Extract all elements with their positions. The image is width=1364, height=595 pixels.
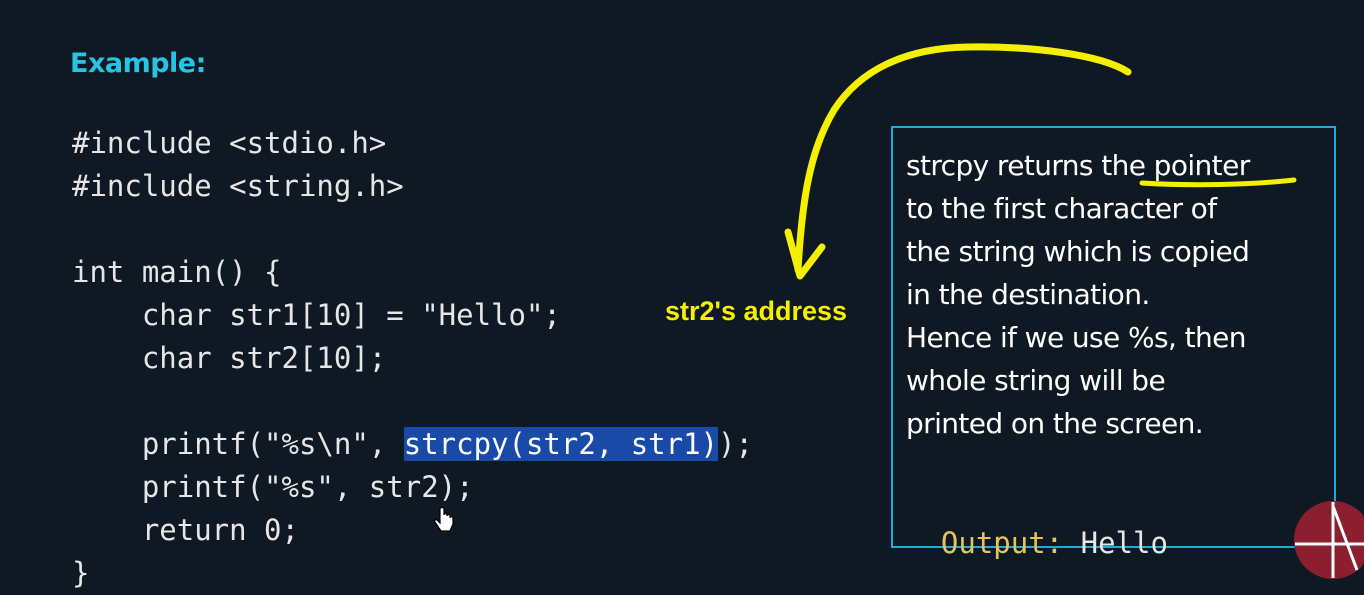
example-heading: Example: (70, 48, 206, 79)
code-line[interactable]: } (72, 552, 753, 595)
hand-cursor-icon (434, 507, 454, 532)
output-line: Output: Hello (906, 492, 1168, 560)
note-line: the string which is copied (906, 235, 1250, 268)
code-text: printf("%s\n", (72, 427, 404, 461)
code-line[interactable]: char str2[10]; (72, 337, 753, 380)
note-line: in the destination. (906, 278, 1150, 311)
selected-code[interactable]: strcpy(str2, str1) (403, 427, 719, 461)
note-line: whole string will be (906, 364, 1166, 397)
code-text: #include <string.h> (72, 169, 404, 203)
code-line[interactable]: #include <stdio.h> (72, 122, 753, 165)
code-text: #include <stdio.h> (72, 126, 387, 160)
code-line[interactable]: printf("%s\n", strcpy(str2, str1)); (72, 423, 753, 466)
code-line[interactable]: char str1[10] = "Hello"; (72, 294, 753, 337)
code-block[interactable]: #include <stdio.h> #include <string.h> int… (72, 122, 753, 595)
code-text: char str2[10]; (72, 341, 387, 375)
code-line[interactable] (72, 380, 753, 423)
code-line[interactable]: return 0; (72, 509, 753, 552)
channel-logo-icon (1294, 501, 1364, 579)
code-text: printf("%s", str2); (72, 470, 474, 504)
code-line[interactable]: printf("%s", str2); (72, 466, 753, 509)
code-text: return 0; (72, 513, 299, 547)
code-line[interactable]: #include <string.h> (72, 165, 753, 208)
annotation-label: str2's address (665, 296, 848, 326)
code-line[interactable] (72, 208, 753, 251)
code-line[interactable]: int main() { (72, 251, 753, 294)
note-line: Hence if we use %s, then (906, 321, 1246, 354)
note-line: to the first character of (906, 192, 1217, 225)
code-text: } (72, 556, 90, 590)
yellow-arrowhead (784, 228, 826, 280)
note-line: printed on the screen. (906, 407, 1204, 440)
note-text: strcpy returns the pointer to the first c… (906, 144, 1250, 445)
code-text: char str1[10] = "Hello"; (72, 298, 561, 332)
output-value: Hello (1080, 526, 1168, 560)
output-label: Output: (940, 526, 1064, 560)
code-text: ); (718, 427, 753, 461)
note-line: strcpy returns the pointer (906, 149, 1250, 182)
code-text: int main() { (72, 255, 282, 289)
